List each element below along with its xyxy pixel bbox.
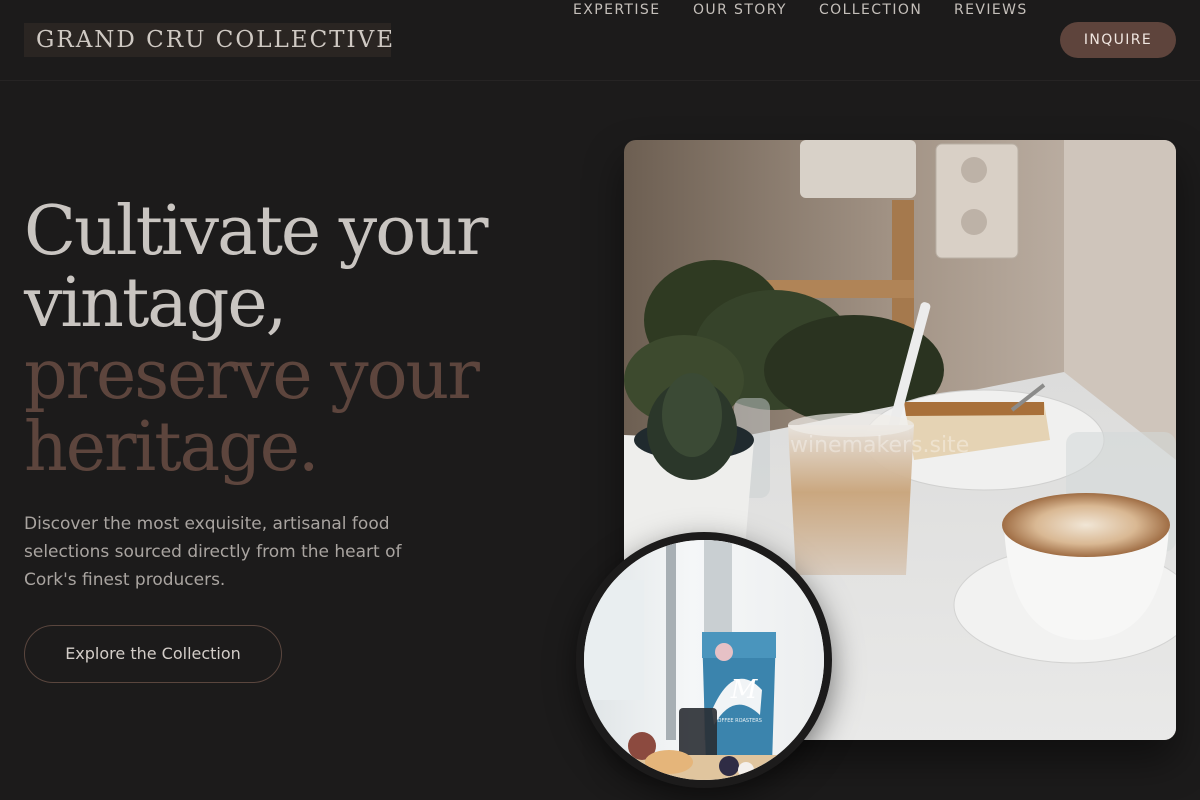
nav-item-our-story[interactable]: OUR STORY (693, 0, 787, 20)
hero-intro: Discover the most exquisite, artisanal f… (24, 514, 402, 590)
headline-line-4: heritage. (24, 408, 320, 487)
headline-line-2: vintage, (24, 264, 287, 343)
headline-line-3: preserve your (24, 336, 480, 415)
coffee-bag-logo: M (730, 675, 759, 705)
brand-logo[interactable]: GRAND CRU COLLECTIVE (24, 23, 393, 57)
nav-item-reviews[interactable]: REVIEWS (954, 0, 1028, 20)
coffee-bag-subtitle: COFFEE ROASTERS (714, 718, 762, 724)
nav-item-expertise[interactable]: EXPERTISE (573, 0, 660, 20)
explore-collection-button[interactable]: Explore the Collection (24, 625, 282, 683)
nav-item-collection[interactable]: COLLECTION (819, 0, 922, 20)
inset-photo-coffee-bag: M COFFEE ROASTERS (576, 532, 832, 788)
watermark-text: winemakers.site (790, 433, 969, 458)
headline-line-1: Cultivate your (24, 192, 488, 271)
site-header: GRAND CRU COLLECTIVE EXPERTISE OUR STORY… (0, 0, 1200, 81)
hero-headline: Cultivate your vintage, preserve your he… (24, 196, 584, 484)
inquire-button[interactable]: INQUIRE (1060, 22, 1176, 58)
